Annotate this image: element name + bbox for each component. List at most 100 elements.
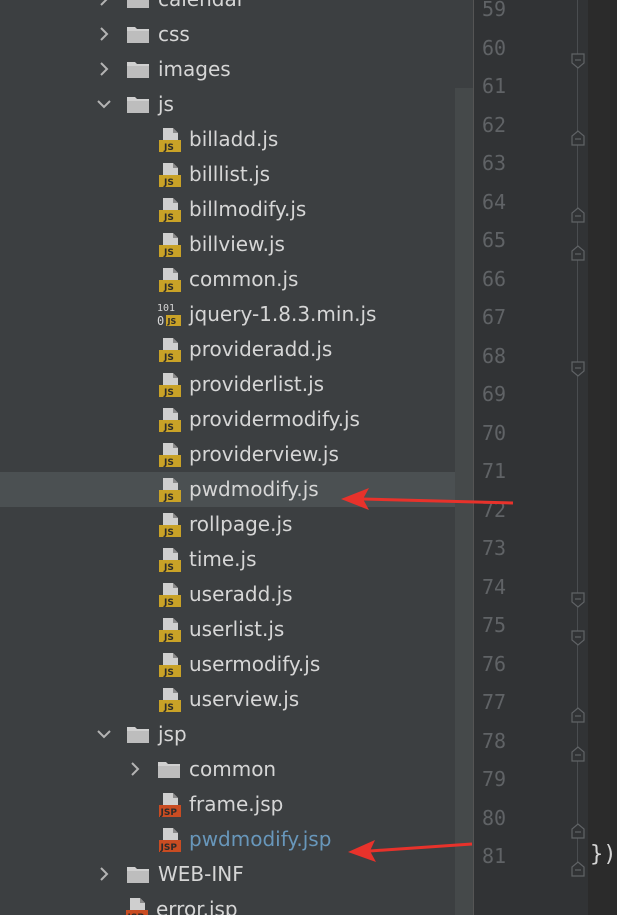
line-number: 65 <box>482 228 507 252</box>
tree-folder-row[interactable]: images <box>0 52 473 87</box>
svg-text:JS: JS <box>163 283 174 293</box>
line-number: 67 <box>482 305 507 329</box>
fold-end-icon[interactable] <box>571 745 585 762</box>
chevron-down-icon[interactable] <box>96 726 112 742</box>
line-number: 64 <box>482 189 507 214</box>
tree-file-row[interactable]: JS providermodify.js <box>0 402 473 437</box>
svg-text:JS: JS <box>163 423 174 433</box>
fold-end-icon[interactable] <box>571 822 585 839</box>
js-file-icon: JS <box>159 618 181 643</box>
line-number: 68 <box>482 343 507 368</box>
tree-item-label: error.jsp <box>156 897 238 915</box>
tree-folder-row[interactable]: js <box>0 87 473 122</box>
js-file-icon: JS <box>159 408 181 433</box>
tree-file-row[interactable]: JSP error.jsp <box>0 892 473 915</box>
fold-start-icon[interactable] <box>571 52 585 69</box>
svg-text:JS: JS <box>163 528 174 538</box>
tree-item-label: WEB-INF <box>158 862 244 886</box>
svg-text:101: 101 <box>157 303 175 314</box>
chevron-right-icon[interactable] <box>96 61 112 77</box>
tree-file-row[interactable]: 101 0 JS jquery-1.8.3.min.js <box>0 297 473 332</box>
line-number: 73 <box>482 536 507 560</box>
fold-end-icon[interactable] <box>571 206 585 223</box>
tree-item-label: common.js <box>189 267 299 291</box>
folder-icon <box>158 762 180 778</box>
js-file-icon: JS <box>159 338 181 363</box>
line-number: 63 <box>482 151 507 175</box>
js-file-icon: JS <box>159 478 181 503</box>
tree-item-label: frame.jsp <box>189 792 284 816</box>
tree-file-row[interactable]: JS useradd.js <box>0 577 473 612</box>
tree-item-label: provideradd.js <box>189 337 333 361</box>
minified-js-icon: 1010 JS <box>157 303 181 328</box>
tree-item-label: billview.js <box>189 232 285 256</box>
folder-icon <box>127 0 149 8</box>
tree-item-label: jsp <box>158 722 187 746</box>
tree-folder-row[interactable]: css <box>0 17 473 52</box>
chevron-right-icon[interactable] <box>96 866 112 882</box>
tree-file-row[interactable]: JS billmodify.js <box>0 192 473 227</box>
tree-folder-row[interactable]: calendar <box>0 0 473 17</box>
tree-file-row[interactable]: JS providerlist.js <box>0 367 473 402</box>
folder-icon <box>127 727 149 743</box>
fold-end-icon[interactable] <box>571 245 585 261</box>
editor-area[interactable] <box>588 0 617 915</box>
svg-text:JS: JS <box>163 598 174 608</box>
line-number: 70 <box>482 420 507 445</box>
tree-file-row[interactable]: JS billview.js <box>0 227 473 262</box>
fold-end-icon[interactable] <box>571 129 585 146</box>
tree-file-row[interactable]: JS common.js <box>0 262 473 297</box>
svg-text:JS: JS <box>167 317 177 326</box>
chevron-right-icon[interactable] <box>96 26 112 42</box>
jsp-file-icon: JSP <box>126 898 148 915</box>
line-number: 78 <box>482 728 507 753</box>
line-number: 81 <box>482 844 507 868</box>
tree-file-row[interactable]: JS billadd.js <box>0 122 473 157</box>
js-file-icon: JS <box>159 198 181 223</box>
line-number: 76 <box>482 651 507 676</box>
tree-file-row[interactable]: JS userview.js <box>0 682 473 717</box>
line-number: 69 <box>482 382 507 406</box>
line-number: 59 <box>482 0 507 21</box>
line-number: 60 <box>482 35 507 60</box>
tree-file-row[interactable]: JS billlist.js <box>0 157 473 192</box>
tree-folder-row[interactable]: jsp <box>0 717 473 752</box>
tree-item-label: userlist.js <box>189 617 285 641</box>
svg-text:JS: JS <box>163 563 174 573</box>
chevron-right-icon[interactable] <box>127 761 143 777</box>
folder-icon <box>127 62 149 78</box>
tree-file-row[interactable]: JS providerview.js <box>0 437 473 472</box>
fold-start-icon[interactable] <box>571 360 585 377</box>
fold-start-icon[interactable] <box>571 591 585 608</box>
project-tree-panel: calendar css images js JS billadd.js JS billlis… <box>0 0 473 915</box>
tree-file-row[interactable]: JS provideradd.js <box>0 332 473 367</box>
tree-folder-row[interactable]: common <box>0 752 473 787</box>
svg-text:JS: JS <box>163 213 174 223</box>
js-file-icon: JS <box>159 233 181 258</box>
fold-end-icon[interactable] <box>571 861 585 877</box>
folder-icon <box>127 27 149 43</box>
chevron-right-icon[interactable] <box>96 0 112 7</box>
svg-text:JSP: JSP <box>160 843 178 853</box>
tree-file-row[interactable]: JS userlist.js <box>0 612 473 647</box>
js-file-icon: JS <box>159 373 181 398</box>
tree-file-row[interactable]: JS usermodify.js <box>0 647 473 682</box>
fold-end-icon[interactable] <box>571 707 585 723</box>
tree-item-label: billlist.js <box>189 162 271 186</box>
line-number: 71 <box>482 459 507 483</box>
fold-start-icon[interactable] <box>571 630 585 646</box>
line-number: 80 <box>482 805 507 830</box>
tree-file-row[interactable]: JSP frame.jsp <box>0 787 473 822</box>
svg-text:JS: JS <box>163 353 174 363</box>
gutter-divider <box>473 0 474 915</box>
svg-text:JS: JS <box>163 703 174 713</box>
tree-file-row[interactable]: JS time.js <box>0 542 473 577</box>
js-file-icon: JS <box>159 583 181 608</box>
tree-item-label: billadd.js <box>189 127 279 151</box>
chevron-down-icon[interactable] <box>96 96 112 112</box>
line-number: 79 <box>482 767 507 791</box>
tree-item-label: common <box>189 757 277 781</box>
tree-item-label: usermodify.js <box>189 652 321 676</box>
jsp-file-icon: JSP <box>159 828 181 853</box>
red-arrow-icon <box>348 840 473 862</box>
